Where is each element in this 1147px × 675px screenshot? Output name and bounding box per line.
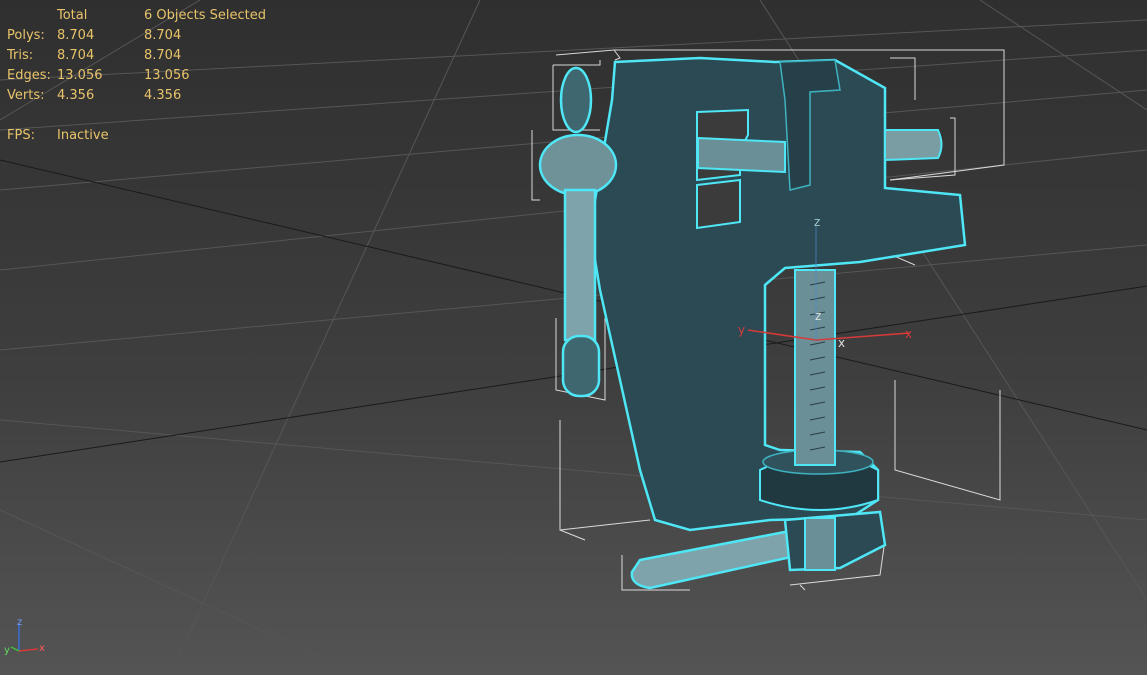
clamp-handle-bar: [630, 528, 805, 590]
stats-total-header: Total: [57, 8, 88, 23]
handle-knob-bottom: [561, 334, 601, 398]
pivot-z2-label: z: [815, 309, 821, 323]
stats-tris-total: 8.704: [57, 48, 95, 63]
stats-fps-value: Inactive: [57, 128, 109, 143]
handle-bar: [563, 188, 597, 342]
world-axis-gizmo: z x y: [4, 617, 45, 656]
stats-verts-total: 4.356: [57, 88, 95, 103]
stats-edges-selected: 13.056: [144, 68, 190, 83]
viewport-statistics: Total 6 Objects Selected Polys: 8.704 8.…: [7, 6, 266, 146]
vise-jaw-window-lower: [696, 178, 741, 230]
stats-fps-label: FPS:: [7, 128, 35, 143]
pivot-y-label: y: [738, 323, 745, 337]
stats-polys-total: 8.704: [57, 28, 95, 43]
stats-fps-row: FPS: Inactive: [7, 126, 266, 146]
gizmo-y-label: y: [4, 645, 10, 656]
stats-header-label: [7, 6, 57, 26]
gizmo-x-label: x: [39, 643, 45, 654]
stats-spacer: [7, 106, 266, 126]
gizmo-z-label: z: [17, 617, 22, 628]
pivot-x-label: x: [905, 327, 912, 341]
pivot-x2-label: x: [838, 336, 845, 350]
perspective-viewport[interactable]: x y z x z Total 6 Objects Selected Polys…: [0, 0, 1147, 675]
handle-ball: [538, 133, 618, 197]
main-screw-rear: [884, 129, 943, 162]
stats-tris-label: Tris:: [7, 48, 34, 63]
stats-tris-selected: 8.704: [144, 48, 182, 63]
stats-selected-header: 6 Objects Selected: [144, 8, 267, 23]
stats-verts-selected: 4.356: [144, 88, 182, 103]
stats-verts-label: Verts:: [7, 88, 45, 103]
stats-edges-row: Edges: 13.056 13.056: [7, 66, 266, 86]
handle-knob-top: [559, 66, 593, 134]
stats-edges-label: Edges:: [7, 68, 51, 83]
stats-polys-selected: 8.704: [144, 28, 182, 43]
stats-polys-label: Polys:: [7, 28, 45, 43]
stats-polys-row: Polys: 8.704 8.704: [7, 26, 266, 46]
stats-header-row: Total 6 Objects Selected: [7, 6, 266, 26]
stats-edges-total: 13.056: [57, 68, 103, 83]
stats-verts-row: Verts: 4.356 4.356: [7, 86, 266, 106]
main-screw: [697, 136, 786, 174]
stats-tris-row: Tris: 8.704 8.704: [7, 46, 266, 66]
pivot-z-label: z: [814, 215, 820, 229]
clamp-stem: [804, 517, 836, 571]
